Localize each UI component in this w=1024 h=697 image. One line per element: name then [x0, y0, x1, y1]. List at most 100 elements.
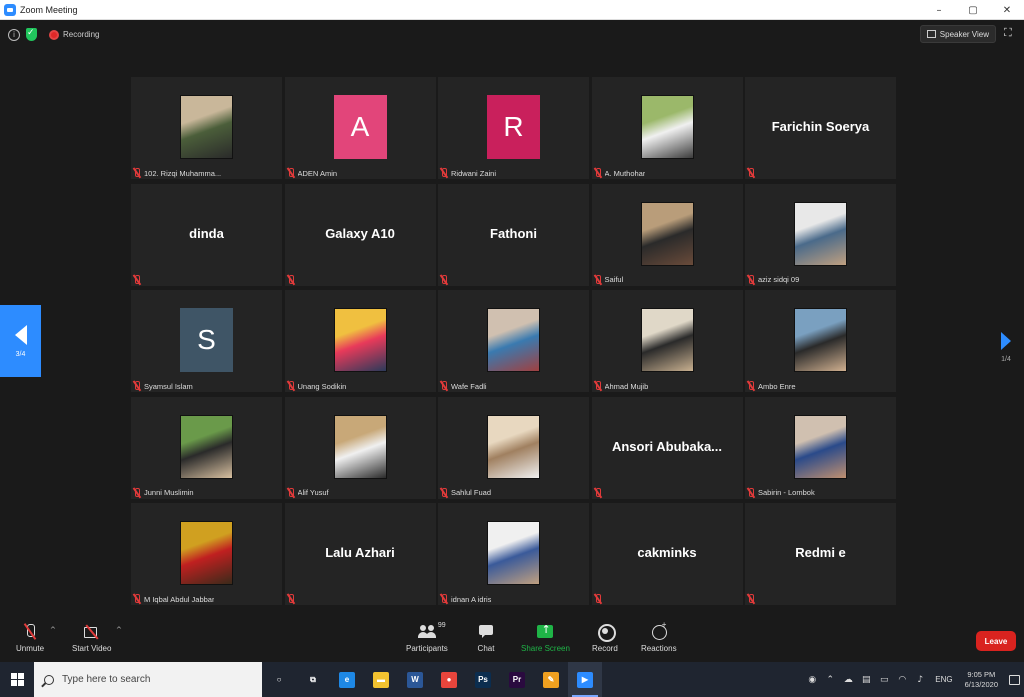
- info-icon[interactable]: i: [8, 28, 20, 41]
- edge-icon: e: [339, 671, 355, 688]
- participant-tile[interactable]: dinda: [131, 183, 282, 286]
- participant-tile[interactable]: Wafe Fadli: [438, 290, 589, 392]
- muted-microphone-icon: [440, 381, 448, 391]
- participant-tile[interactable]: Sahlul Fuad: [438, 396, 589, 499]
- tray-cloud-icon[interactable]: ☁: [839, 662, 857, 697]
- next-page-button[interactable]: 1/4: [996, 332, 1016, 372]
- participant-tile[interactable]: idnan A idris: [438, 503, 589, 605]
- task-view-taskbar-button[interactable]: ⧉: [296, 662, 330, 697]
- participant-tile[interactable]: Saiful: [591, 183, 743, 286]
- participant-name-bar: M Iqbal Abdul Jabbar: [133, 594, 214, 604]
- paint-taskbar-button[interactable]: ✎: [534, 662, 568, 697]
- volume-icon[interactable]: ♪: [911, 662, 929, 697]
- muted-microphone-icon: [133, 274, 141, 285]
- participant-name-bar: Syamsul Islam: [133, 381, 193, 391]
- participant-tile[interactable]: cakminks: [591, 503, 743, 605]
- video-options-caret[interactable]: ^: [116, 626, 122, 634]
- security-shield-icon[interactable]: [26, 27, 37, 41]
- close-button[interactable]: ✕: [990, 0, 1024, 20]
- show-hidden-icons-icon[interactable]: ⌃: [821, 662, 839, 697]
- participant-tile[interactable]: A ADEN Amin: [284, 77, 436, 179]
- participant-tile[interactable]: Galaxy A10: [284, 183, 436, 286]
- muted-microphone-icon: [287, 381, 295, 391]
- language-indicator[interactable]: ENG: [935, 675, 952, 684]
- window-controls: – ▢ ✕: [922, 0, 1024, 20]
- chat-label: Chat: [477, 644, 495, 653]
- start-video-button[interactable]: Start Video: [72, 624, 111, 653]
- chrome-taskbar-button[interactable]: ●: [432, 662, 466, 697]
- participant-tile[interactable]: Ahmad Mujib: [591, 290, 743, 392]
- participant-photo: [333, 308, 387, 372]
- tray-drive-icon[interactable]: ▤: [857, 662, 875, 697]
- clock[interactable]: 9:05 PM 6/13/2020: [965, 670, 998, 690]
- participant-tile[interactable]: aziz sidqi 09: [745, 183, 896, 286]
- participant-name: Alif Yusuf: [297, 488, 329, 497]
- zoom-icon: ▶: [577, 671, 593, 688]
- fullscreen-icon[interactable]: ⛶: [1004, 27, 1016, 39]
- word-taskbar-button[interactable]: W: [398, 662, 432, 697]
- window-titlebar: Zoom Meeting – ▢ ✕: [0, 0, 1024, 20]
- share-screen-label: Share Screen: [521, 644, 570, 653]
- participant-display-name: Fathoni: [490, 225, 537, 241]
- participant-tile[interactable]: Junni Muslimin: [131, 396, 282, 499]
- unmute-button[interactable]: Unmute: [16, 624, 44, 653]
- participant-display-name: Redmi e: [795, 545, 846, 560]
- muted-microphone-icon: [747, 487, 755, 498]
- participant-tile[interactable]: M Iqbal Abdul Jabbar: [131, 503, 282, 605]
- notifications-button[interactable]: [1004, 662, 1024, 697]
- participant-tile[interactable]: Alif Yusuf: [284, 396, 436, 499]
- participant-name-bar: ADEN Amin: [287, 168, 338, 178]
- tray-app-icon[interactable]: ◉: [803, 662, 821, 697]
- participants-button[interactable]: 99 Participants: [406, 622, 448, 653]
- premiere-taskbar-button[interactable]: Pr: [500, 662, 534, 697]
- participant-name: 102. Rizqi Muhamma...: [144, 168, 222, 178]
- participant-photo: [333, 414, 387, 479]
- muted-microphone-icon: [440, 274, 448, 285]
- reactions-button[interactable]: Reactions: [641, 620, 677, 653]
- wifi-icon[interactable]: ◠: [893, 662, 911, 697]
- meeting-toolbar: Unmute ^ Start Video ^ 99 Participants C…: [0, 620, 1024, 662]
- taskbar-search[interactable]: Type here to search: [34, 662, 262, 697]
- muted-microphone-icon: [440, 168, 448, 178]
- participant-name-bar: aziz sidqi 09: [747, 274, 799, 285]
- muted-microphone-icon: [594, 274, 602, 285]
- participant-tile[interactable]: A. Muthohar: [591, 77, 743, 179]
- participant-name-bar: 102. Rizqi Muhamma...: [133, 168, 221, 178]
- cortana-taskbar-button[interactable]: ○: [262, 662, 296, 697]
- record-button[interactable]: Record: [592, 624, 618, 653]
- maximize-button[interactable]: ▢: [956, 0, 990, 20]
- participant-tile[interactable]: Redmi e: [745, 503, 896, 605]
- participant-tile[interactable]: Farichin Soerya: [745, 77, 896, 179]
- record-label: Record: [592, 644, 618, 653]
- minimize-button[interactable]: –: [922, 0, 956, 20]
- battery-icon[interactable]: ▭: [875, 662, 893, 697]
- participant-tile[interactable]: Ambo Enre: [745, 290, 896, 392]
- muted-microphone-icon: [594, 594, 602, 604]
- previous-page-button[interactable]: 3/4: [0, 305, 41, 377]
- zoom-taskbar-button[interactable]: ▶: [568, 662, 602, 697]
- participant-name: ADEN Amin: [297, 168, 338, 178]
- participant-photo: [487, 414, 540, 479]
- participant-tile[interactable]: Sabirin - Lombok: [745, 396, 896, 499]
- participant-tile[interactable]: 102. Rizqi Muhamma...: [131, 77, 282, 179]
- participant-tile[interactable]: Fathoni: [438, 183, 589, 286]
- speaker-view-button[interactable]: Speaker View: [919, 25, 996, 43]
- start-button[interactable]: [0, 662, 34, 697]
- chat-button[interactable]: Chat: [477, 624, 495, 653]
- participant-tile[interactable]: Lalu Azhari: [284, 503, 436, 605]
- participant-tile[interactable]: R Ridwani Zaini: [438, 77, 589, 179]
- participant-tile[interactable]: Unang Sodikin: [284, 290, 436, 392]
- file-explorer-taskbar-button[interactable]: ▬: [364, 662, 398, 697]
- photoshop-taskbar-button[interactable]: Ps: [466, 662, 500, 697]
- muted-microphone-icon: [133, 381, 141, 391]
- search-placeholder: Type here to search: [62, 674, 151, 685]
- participants-icon: 99: [417, 622, 446, 640]
- windows-logo-icon: [10, 673, 24, 686]
- audio-options-caret[interactable]: ^: [50, 626, 56, 634]
- participant-tile[interactable]: Ansori Abubaka...: [591, 396, 743, 499]
- leave-button[interactable]: Leave: [976, 631, 1016, 651]
- participant-tile[interactable]: S Syamsul Islam: [131, 290, 282, 392]
- edge-taskbar-button[interactable]: e: [330, 662, 364, 697]
- participant-name-bar: Ahmad Mujib: [594, 381, 648, 391]
- share-screen-button[interactable]: Share Screen: [521, 623, 570, 653]
